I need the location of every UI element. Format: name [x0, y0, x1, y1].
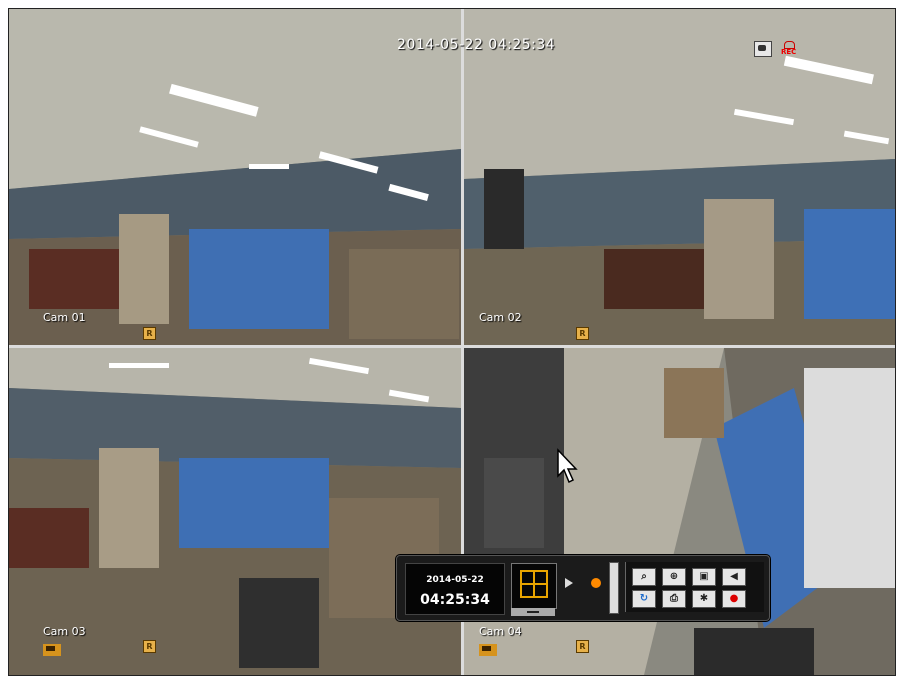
- refresh-icon[interactable]: ↻: [632, 590, 656, 608]
- camera-1-feed: [9, 9, 461, 345]
- camera-3-label: Cam 03: [43, 625, 86, 638]
- camera-2-label: Cam 02: [479, 311, 522, 324]
- control-panel[interactable]: 2014-05-22 04:25:34 ⌕ ⊕ ▣ ◀ ↻ ⎙ ✱ ●: [396, 555, 770, 621]
- settings-icon[interactable]: ✱: [692, 590, 716, 608]
- recording-badge-icon: R: [576, 640, 589, 653]
- camera-view-4[interactable]: Cam 04 R: [464, 348, 895, 675]
- zoom-in-icon[interactable]: ⊕: [662, 568, 686, 586]
- play-icon[interactable]: [565, 578, 573, 588]
- panel-clock: 2014-05-22 04:25:34: [405, 563, 505, 615]
- camera-view-1[interactable]: Cam 01 R: [9, 9, 461, 345]
- record-icon[interactable]: [591, 578, 601, 588]
- mouse-cursor-icon: [557, 448, 578, 484]
- record-stop-icon[interactable]: ●: [722, 590, 746, 608]
- quad-grid-icon: [520, 570, 548, 598]
- camera-view-3[interactable]: Cam 03 R: [9, 348, 461, 675]
- speaker-icon[interactable]: ◀: [722, 568, 746, 586]
- motion-detect-icon: [479, 644, 497, 656]
- recording-badge-icon: R: [143, 640, 156, 653]
- recording-badge-icon: R: [576, 327, 589, 340]
- panel-slider[interactable]: [609, 562, 619, 614]
- rec-status-label: REC: [781, 48, 797, 56]
- osd-datetime: 2014-05-22 04:25:34: [397, 37, 556, 53]
- camera-view-2[interactable]: Cam 02 R: [464, 9, 895, 345]
- tool-buttons: ⌕ ⊕ ▣ ◀ ↻ ⎙ ✱ ●: [625, 562, 764, 612]
- panel-time: 04:25:34: [420, 592, 490, 608]
- camera-1-label: Cam 01: [43, 311, 86, 324]
- status-icons: REC: [754, 41, 798, 57]
- camera-status-icon: [754, 41, 772, 57]
- layout-menu-button[interactable]: [511, 608, 555, 616]
- camera-2-feed: [464, 9, 895, 345]
- zoom-search-icon[interactable]: ⌕: [632, 568, 656, 586]
- print-icon[interactable]: ⎙: [662, 590, 686, 608]
- motion-detect-icon: [43, 644, 61, 656]
- rec-status-icon: REC: [780, 41, 798, 57]
- panel-date: 2014-05-22: [426, 575, 484, 585]
- grid-divider-horizontal: [9, 345, 895, 348]
- camera-4-label: Cam 04: [479, 625, 522, 638]
- camera-4-feed: [464, 348, 895, 675]
- snapshot-icon[interactable]: ▣: [692, 568, 716, 586]
- recording-badge-icon: R: [143, 327, 156, 340]
- quad-layout-button[interactable]: [511, 563, 557, 609]
